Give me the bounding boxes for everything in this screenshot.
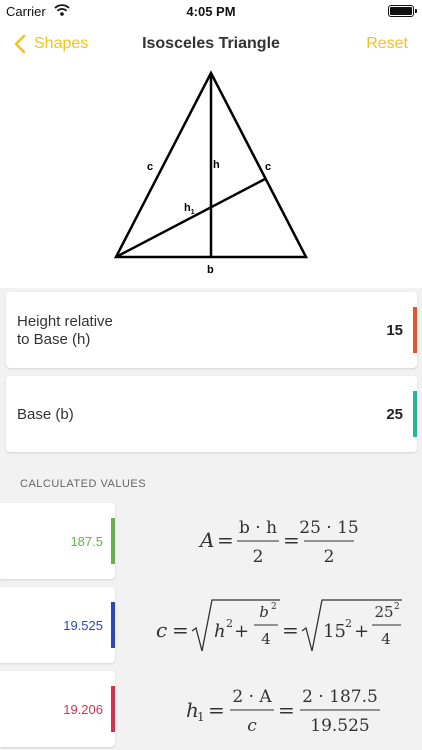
back-button[interactable]: Shapes [10,32,88,56]
svg-text:4: 4 [261,630,271,648]
svg-text:4: 4 [381,630,391,648]
area-formula: A = b · h 2 = 25 · 15 2 [120,503,422,579]
side-value: 19.525 [63,618,103,633]
clock: 4:05 PM [186,4,236,19]
svg-text:2 · A: 2 · A [232,687,272,707]
navigation-bar: Shapes Isosceles Triangle Reset [0,22,422,66]
svg-text:+: + [234,621,249,642]
svg-text:+: + [354,621,369,642]
svg-text:c: c [247,716,257,736]
height-input-card[interactable]: Height relative to Base (h) 15 [6,292,417,368]
svg-text:2: 2 [226,617,233,630]
base-input-card[interactable]: Base (b) 25 [6,376,417,452]
svg-text:b: b [259,603,269,621]
height-h1-label: h1 [184,202,195,216]
svg-text:=: = [172,618,189,642]
height-accent-bar [413,307,417,353]
area-value: 187.5 [70,534,103,549]
calculated-values-header: CALCULATED VALUES [20,478,147,490]
side-formula: c = h 2 + b 2 4 = 15 2 + 25 2 4 [120,587,422,663]
height-input-value[interactable]: 15 [386,322,403,339]
reset-button[interactable]: Reset [366,35,408,53]
side-result-card: 19.525 [0,587,115,663]
height-h-label: h [213,159,220,171]
svg-text:2: 2 [394,602,400,612]
svg-text:=: = [208,698,225,722]
svg-text:=: = [278,698,295,722]
base-b-label: b [207,264,214,276]
svg-text:19.525: 19.525 [310,716,369,736]
h1-accent-bar [111,686,115,732]
svg-text:2: 2 [271,602,277,612]
svg-text:b · h: b · h [239,518,277,538]
status-bar: Carrier 4:05 PM [0,0,422,22]
svg-text:c: c [156,618,167,642]
svg-text:25: 25 [374,603,393,621]
svg-text:15: 15 [323,621,346,642]
h1-formula: h 1 = 2 · A c = 2 · 187.5 19.525 [120,671,422,750]
h1-value: 19.206 [63,702,103,717]
height-input-label: Height relative to Base (h) [17,313,113,348]
svg-text:2: 2 [345,617,352,630]
svg-text:=: = [282,618,299,642]
svg-text:h: h [214,621,226,642]
svg-text:25 · 15: 25 · 15 [299,518,358,538]
area-result-card: 187.5 [0,503,115,579]
svg-text:A: A [198,528,214,552]
svg-text:2: 2 [324,547,335,567]
back-button-label: Shapes [34,35,89,52]
svg-text:2: 2 [253,547,264,567]
battery-icon [388,5,417,17]
chevron-left-icon [14,34,26,54]
height-h1-line [115,177,266,259]
side-accent-bar [111,602,115,648]
svg-text:=: = [217,528,234,552]
base-input-value[interactable]: 25 [386,406,403,423]
area-accent-bar [111,518,115,564]
svg-text:2 · 187.5: 2 · 187.5 [302,687,378,707]
svg-text:=: = [283,528,300,552]
base-input-label: Base (b) [17,406,74,423]
svg-text:1: 1 [197,710,205,724]
base-accent-bar [413,391,417,437]
side-c-left-label: c [147,161,153,173]
h1-result-card: 19.206 [0,671,115,747]
triangle-diagram: c h c h1 b [0,66,422,288]
side-c-right-label: c [265,161,271,173]
